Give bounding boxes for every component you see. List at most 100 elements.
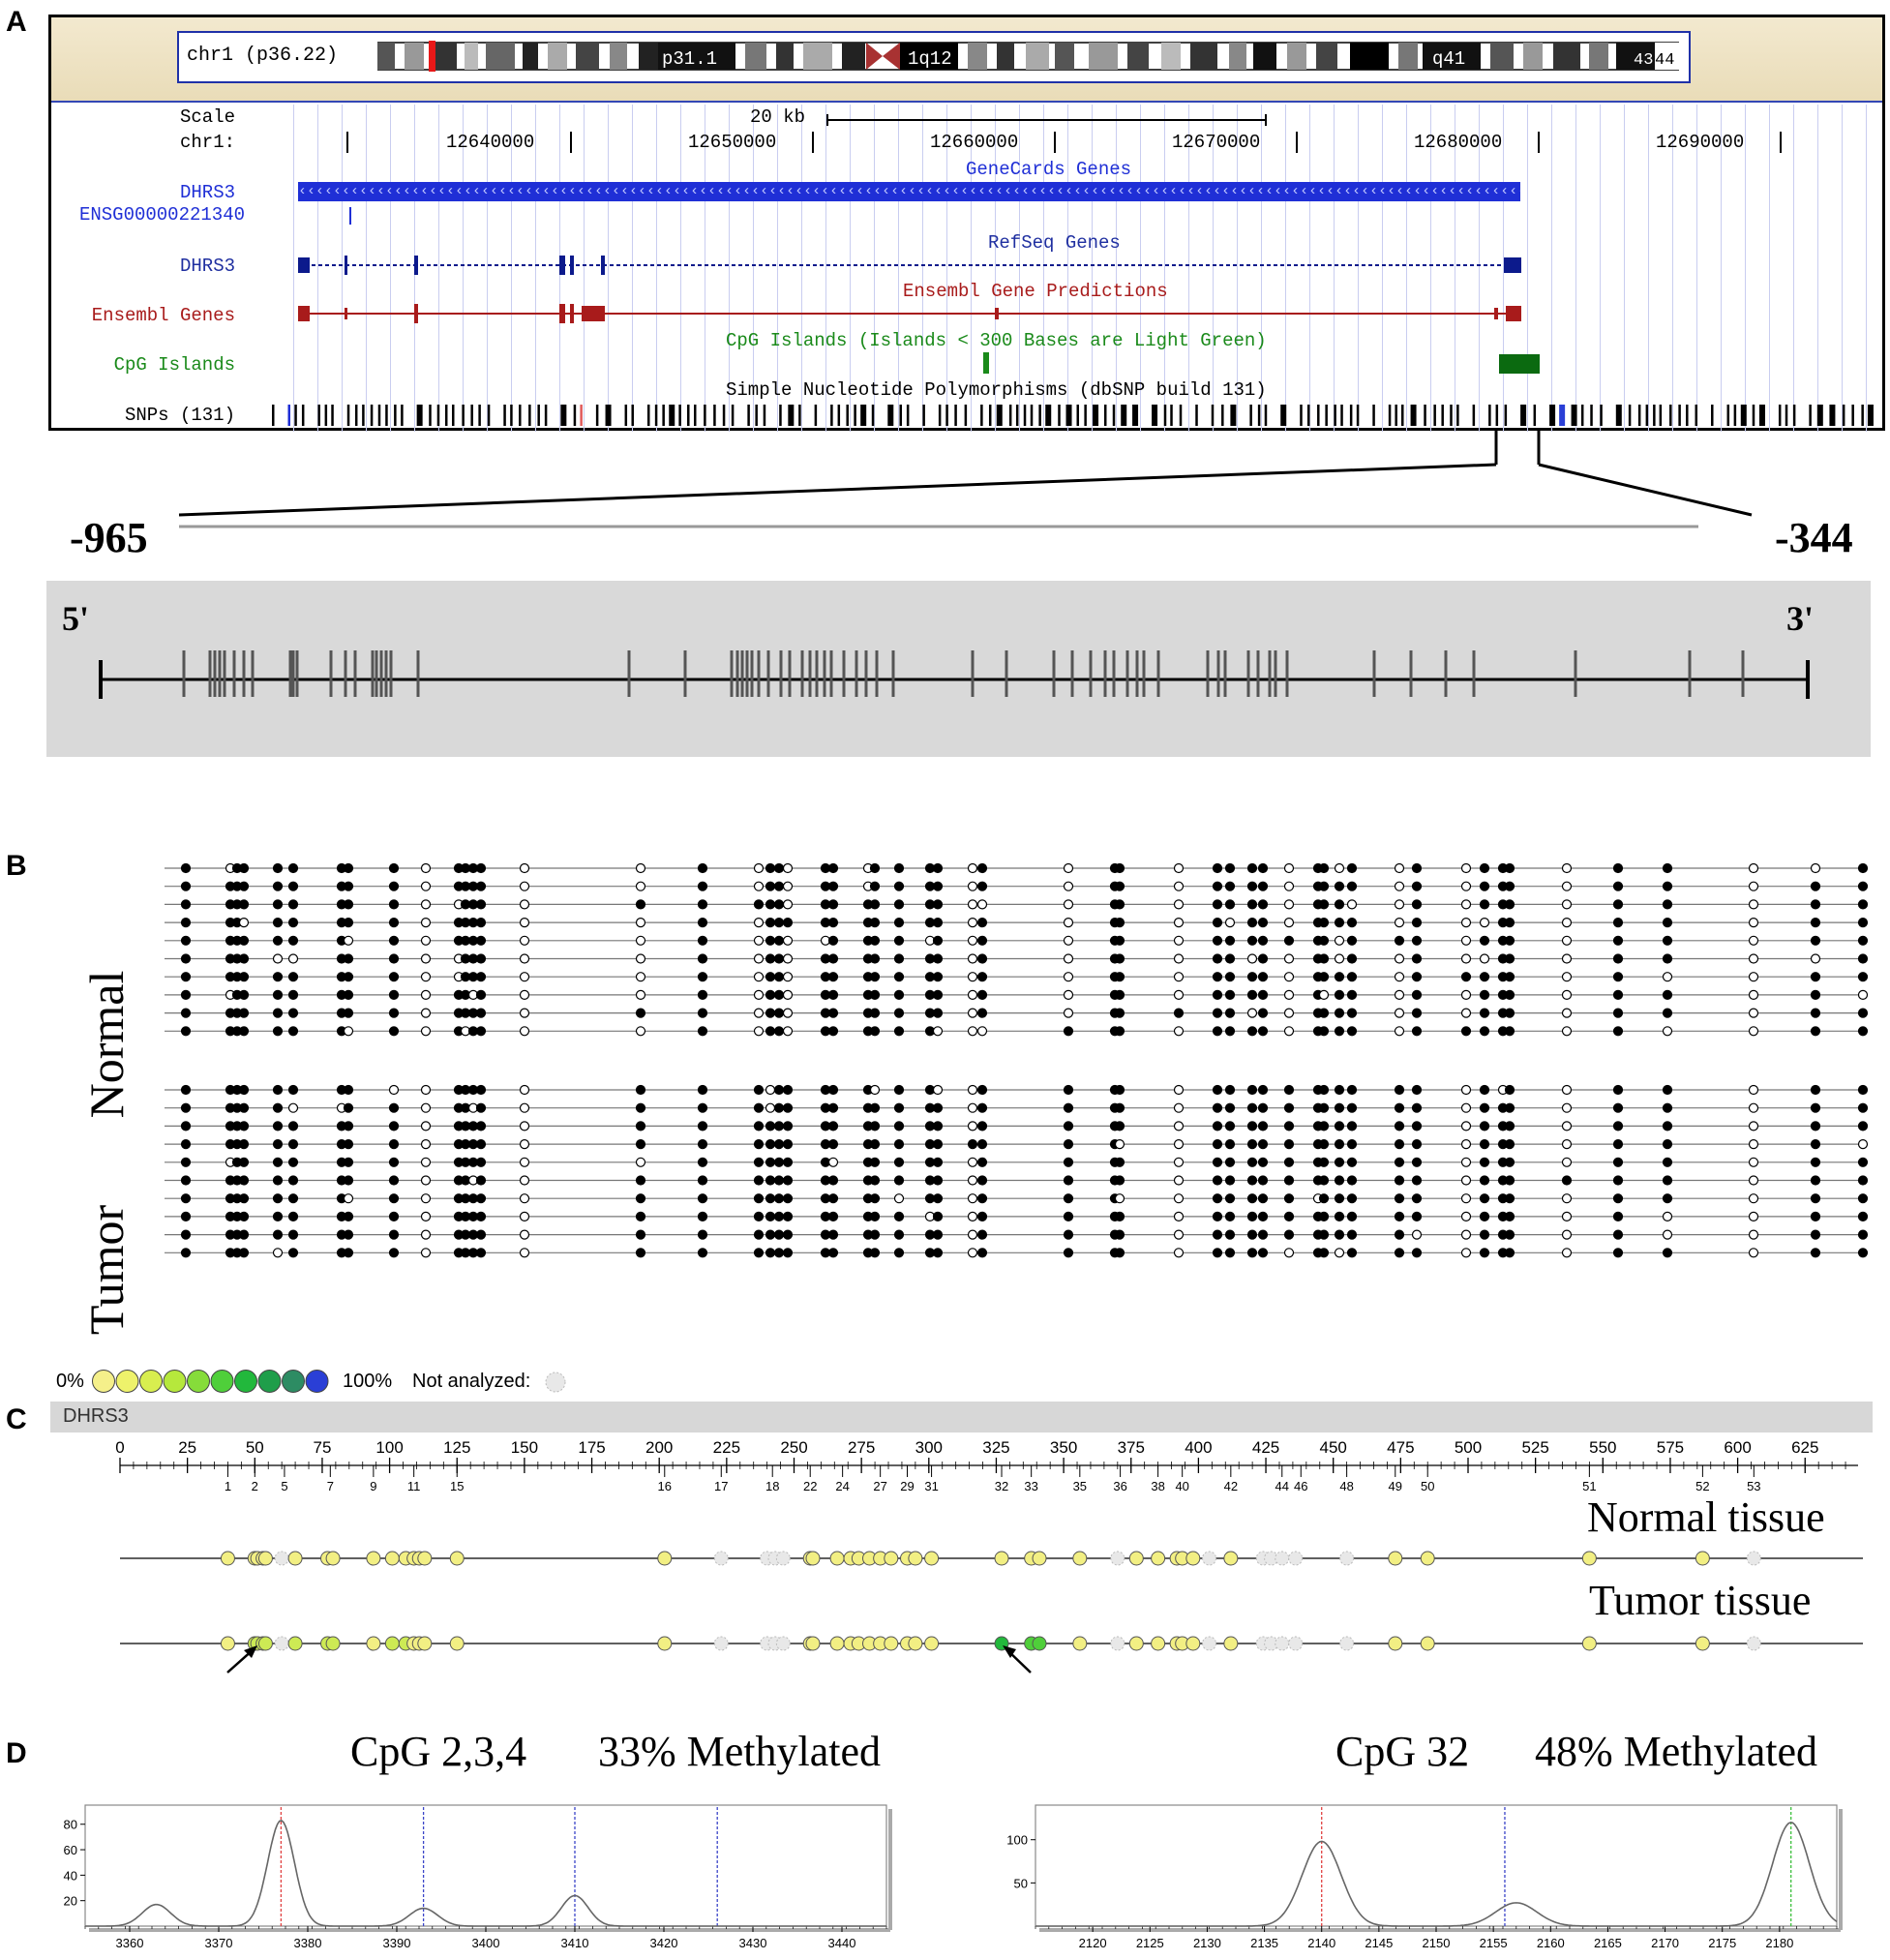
svg-text:2135: 2135 xyxy=(1250,1936,1278,1950)
svg-text:2150: 2150 xyxy=(1423,1936,1451,1950)
svg-text:2165: 2165 xyxy=(1594,1936,1622,1950)
right-mass-spectrum: 2120 2125 2130 2135 2140 2145 2150 2155 2160 2165… xyxy=(1006,1804,1843,1950)
left-spectrum-value: 33% Methylated xyxy=(598,1728,882,1775)
svg-text:525: 525 xyxy=(1521,1438,1548,1457)
svg-text:5: 5 xyxy=(281,1479,287,1493)
not-analyzed-label: Not analyzed: xyxy=(412,1371,531,1392)
right-spectrum-title: CpG 32 xyxy=(1335,1728,1470,1775)
svg-text:50: 50 xyxy=(1421,1479,1434,1493)
band-label-1q12: 1q12 xyxy=(908,48,952,70)
svg-text:49: 49 xyxy=(1389,1479,1402,1493)
svg-text:2160: 2160 xyxy=(1537,1936,1565,1950)
scale-bar-label: 20 kb xyxy=(750,106,806,128)
svg-text:300: 300 xyxy=(915,1438,943,1457)
panel-label-a: A xyxy=(6,6,27,38)
five-prime-label: 5' xyxy=(62,599,90,638)
svg-text:175: 175 xyxy=(578,1438,605,1457)
svg-text:425: 425 xyxy=(1252,1438,1279,1457)
svg-text:2145: 2145 xyxy=(1365,1936,1393,1950)
svg-text:125: 125 xyxy=(443,1438,470,1457)
svg-text:31: 31 xyxy=(924,1479,938,1493)
svg-text:25: 25 xyxy=(178,1438,196,1457)
svg-text:3390: 3390 xyxy=(383,1936,411,1950)
svg-text:51: 51 xyxy=(1582,1479,1596,1493)
genecards-gene-label: DHRS3 xyxy=(179,182,235,203)
band-label-44: 44 xyxy=(1655,51,1674,70)
ideogram-box: chr1 (p36.22) p31.1 1q12 q41 43 44 xyxy=(177,31,1691,83)
cpg-island-small xyxy=(983,352,989,374)
genecards-track-title: GeneCards Genes xyxy=(966,159,1132,180)
svg-text:75: 75 xyxy=(313,1438,331,1457)
position-label: 12650000 xyxy=(688,132,777,153)
svg-text:2125: 2125 xyxy=(1136,1936,1164,1950)
svg-text:275: 275 xyxy=(848,1438,875,1457)
svg-text:2120: 2120 xyxy=(1079,1936,1107,1950)
position-label: 12690000 xyxy=(1656,132,1745,153)
svg-text:7: 7 xyxy=(327,1479,334,1493)
refseq-gene-model xyxy=(298,256,1521,275)
legend-max-label: 100% xyxy=(343,1371,393,1392)
band-label-43: 43 xyxy=(1634,51,1653,70)
position-label: 12660000 xyxy=(930,132,1019,153)
svg-text:3440: 3440 xyxy=(828,1936,856,1950)
left-mass-spectrum: 3360 3370 3380 3390 3400 3410 3420 3430 3440 80 60… xyxy=(64,1804,892,1950)
svg-text:53: 53 xyxy=(1747,1479,1760,1493)
svg-text:32: 32 xyxy=(995,1479,1008,1493)
svg-text:35: 35 xyxy=(1073,1479,1087,1493)
chromosome-ideogram: p31.1 1q12 q41 43 44 xyxy=(377,41,1679,72)
svg-text:40: 40 xyxy=(1175,1479,1188,1493)
svg-text:40: 40 xyxy=(64,1868,77,1883)
svg-text:2: 2 xyxy=(252,1479,258,1493)
cpg-track-title: CpG Islands (Islands < 300 Bases are Lig… xyxy=(726,330,1267,351)
panel-label-c: C xyxy=(6,1403,27,1435)
svg-text:27: 27 xyxy=(873,1479,886,1493)
ensg-label: ENSG00000221340 xyxy=(78,204,245,226)
svg-text:17: 17 xyxy=(714,1479,728,1493)
ideogram-band: chr1 (p36.22) p31.1 1q12 q41 43 44 xyxy=(51,17,1882,103)
svg-text:44: 44 xyxy=(1275,1479,1289,1493)
svg-text:50: 50 xyxy=(246,1438,264,1457)
svg-text:1: 1 xyxy=(225,1479,231,1493)
left-spectrum-title: CpG 2,3,4 xyxy=(350,1728,527,1775)
cpg-site-map xyxy=(99,650,1810,699)
svg-text:250: 250 xyxy=(780,1438,807,1457)
svg-text:50: 50 xyxy=(1014,1876,1028,1890)
zoom-connector xyxy=(178,428,1753,528)
legend-min-label: 0% xyxy=(56,1371,84,1392)
right-spectrum-value: 48% Methylated xyxy=(1535,1728,1818,1775)
svg-text:2130: 2130 xyxy=(1193,1936,1221,1950)
ensembl-gene-model xyxy=(298,304,1521,323)
svg-text:29: 29 xyxy=(900,1479,914,1493)
svg-text:3420: 3420 xyxy=(650,1936,678,1950)
zoom-right-coordinate: -344 xyxy=(1775,514,1853,561)
svg-text:450: 450 xyxy=(1320,1438,1347,1457)
svg-text:20: 20 xyxy=(64,1894,77,1909)
three-prime-label: 3' xyxy=(1786,599,1815,638)
position-label: 12640000 xyxy=(446,132,535,153)
svg-text:625: 625 xyxy=(1791,1438,1818,1457)
svg-text:3360: 3360 xyxy=(116,1936,144,1950)
svg-text:80: 80 xyxy=(64,1818,77,1832)
snp-track xyxy=(272,405,1874,426)
svg-text:2140: 2140 xyxy=(1307,1936,1335,1950)
panel-label-d: D xyxy=(6,1737,27,1769)
band-label-p31: p31.1 xyxy=(662,48,717,70)
genecards-gene-bar: ‹‹‹‹‹‹‹‹‹‹‹‹‹‹‹‹‹‹‹‹‹‹‹‹‹‹‹‹‹‹‹‹‹‹‹‹‹‹‹‹… xyxy=(298,182,1520,201)
svg-text:2170: 2170 xyxy=(1651,1936,1679,1950)
svg-text:150: 150 xyxy=(511,1438,538,1457)
svg-text:2175: 2175 xyxy=(1708,1936,1736,1950)
scale-label: Scale xyxy=(179,106,235,128)
ensembl-track-title: Ensembl Gene Predictions xyxy=(903,281,1168,302)
svg-text:2155: 2155 xyxy=(1480,1936,1508,1950)
svg-text:15: 15 xyxy=(450,1479,464,1493)
position-label: 12670000 xyxy=(1172,132,1261,153)
svg-text:22: 22 xyxy=(803,1479,817,1493)
zoom-left-coordinate: -965 xyxy=(70,514,148,561)
cpg-island-promoter xyxy=(1499,354,1540,374)
methylation-legend xyxy=(92,1370,329,1393)
svg-text:475: 475 xyxy=(1387,1438,1414,1457)
svg-text:325: 325 xyxy=(982,1438,1009,1457)
refseq-track-title: RefSeq Genes xyxy=(988,232,1121,254)
epityper-methylation-plot xyxy=(120,1551,1863,1674)
cpg-islands-label: CpG Islands xyxy=(113,354,235,376)
